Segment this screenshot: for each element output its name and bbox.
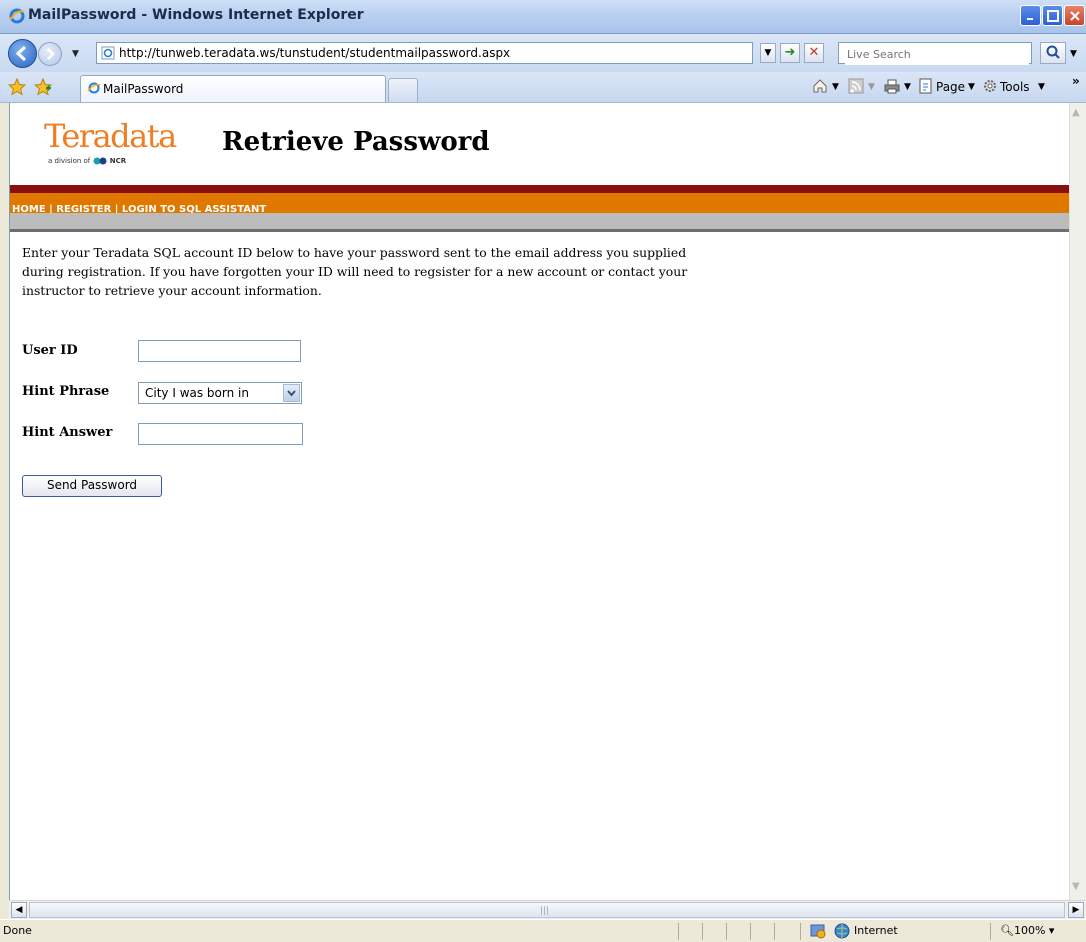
home-icon[interactable] [812,78,828,94]
hint-phrase-selected-value: City I was born in [145,386,249,400]
home-dropdown-icon[interactable]: ▼ [832,82,839,92]
scroll-up-icon[interactable]: ▲ [1072,107,1080,118]
page-content: Teradata a division of NCR Retrieve Pass… [9,103,1070,900]
security-zone-label: Internet [854,924,898,937]
ncr-text: NCR [109,157,127,165]
status-divider [678,923,679,940]
hint-answer-input[interactable] [138,423,303,445]
send-password-button[interactable]: Send Password [22,475,162,497]
teradata-logo: Teradata [44,117,177,155]
address-bar[interactable]: http://tunweb.teradata.ws/tunstudent/stu… [96,42,753,64]
status-divider [702,923,703,940]
internet-globe-icon [834,923,850,939]
tools-gear-icon[interactable] [982,78,998,94]
scroll-left-icon[interactable]: ◀ [11,902,27,918]
status-bar: Done Internet 🔍︎100% ▾ [0,919,1086,942]
status-divider [990,923,991,940]
horizontal-scroll-thumb[interactable]: ||| [29,902,1065,918]
tab-label: MailPassword [103,82,184,96]
browser-window: MailPassword - Windows Internet Explorer… [0,0,1086,942]
scroll-right-icon[interactable]: ▶ [1068,902,1084,918]
go-button[interactable]: ➜ [780,43,800,63]
feeds-dropdown-icon[interactable]: ▼ [868,82,875,92]
logo-sub-text: a division of [48,157,91,165]
print-icon[interactable] [884,78,900,94]
forward-button[interactable] [38,42,62,66]
back-button[interactable] [8,39,37,68]
ncr-logo-icon [93,157,107,165]
address-dropdown-icon[interactable]: ▼ [760,43,776,63]
add-favorites-icon[interactable] [34,78,52,96]
chevron-down-icon[interactable] [283,384,300,402]
minimize-button[interactable] [1020,5,1041,26]
hint-phrase-label: Hint Phrase [22,384,110,399]
magnifier-icon [1046,45,1060,59]
tab-mailpassword[interactable]: MailPassword [80,75,386,102]
page-dropdown-icon[interactable]: ▼ [968,82,975,92]
status-divider [750,923,751,940]
user-id-label: User ID [22,343,78,358]
status-text: Done [3,924,32,937]
ie-page-icon [87,82,101,94]
nav-underline-bar [10,213,1070,232]
address-toolbar: ▼ http://tunweb.teradata.ws/tunstudent/s… [0,34,1086,72]
search-button[interactable] [1040,42,1066,64]
tab-toolbar: MailPassword ▼ ▼ ▼ Page ▼ Tools ▼ » [0,72,1086,103]
vertical-scrollbar[interactable]: ▲ ▼ [1069,103,1086,900]
ie-logo-icon [9,8,25,24]
maximize-button[interactable] [1042,5,1063,26]
recent-pages-dropdown-icon[interactable]: ▼ [72,49,79,59]
user-id-input[interactable] [138,340,301,362]
stop-button[interactable]: ✕ [804,43,824,63]
feeds-icon[interactable] [848,78,864,94]
scroll-grip-icon: ||| [540,906,550,916]
tools-dropdown-icon[interactable]: ▼ [1038,82,1045,92]
address-url[interactable]: http://tunweb.teradata.ws/tunstudent/stu… [119,46,510,60]
search-input[interactable] [845,44,1029,65]
hint-answer-label: Hint Answer [22,425,113,440]
intro-text: Enter your Teradata SQL account ID below… [22,245,688,298]
favorites-star-icon[interactable] [8,78,26,96]
print-dropdown-icon[interactable]: ▼ [904,82,911,92]
status-divider [726,923,727,940]
protected-mode-icon[interactable] [810,923,826,939]
tools-menu[interactable]: Tools [1000,80,1030,94]
hint-phrase-select[interactable]: City I was born in [138,382,302,404]
page-ie-icon [101,46,115,60]
nav-bar: HOME | REGISTER | LOGIN TO SQL ASSISTANT [10,193,1070,215]
page-menu[interactable]: Page [936,80,965,94]
forward-arrow-icon [47,48,55,60]
title-bar: MailPassword - Windows Internet Explorer [0,0,1086,34]
status-divider [800,923,801,940]
logo-subtitle: a division of NCR [48,157,126,165]
zoom-value: 100% [1013,924,1046,937]
close-button[interactable] [1064,5,1085,26]
page-icon[interactable] [918,78,934,94]
horizontal-scrollbar[interactable]: ◀ ||| ▶ [9,900,1086,919]
header-divider [10,185,1070,193]
search-options-dropdown-icon[interactable]: ▼ [1070,49,1077,59]
zoom-level[interactable]: 🔍︎100% ▾ [1000,924,1054,937]
status-divider [774,923,775,940]
chevron-more-icon[interactable]: » [1072,74,1080,88]
window-title: MailPassword - Windows Internet Explorer [28,7,364,23]
back-arrow-icon [15,45,27,62]
page-title: Retrieve Password [222,127,490,157]
scroll-down-icon[interactable]: ▼ [1072,881,1080,892]
new-tab-button[interactable] [388,78,418,102]
search-box[interactable] [838,42,1032,65]
